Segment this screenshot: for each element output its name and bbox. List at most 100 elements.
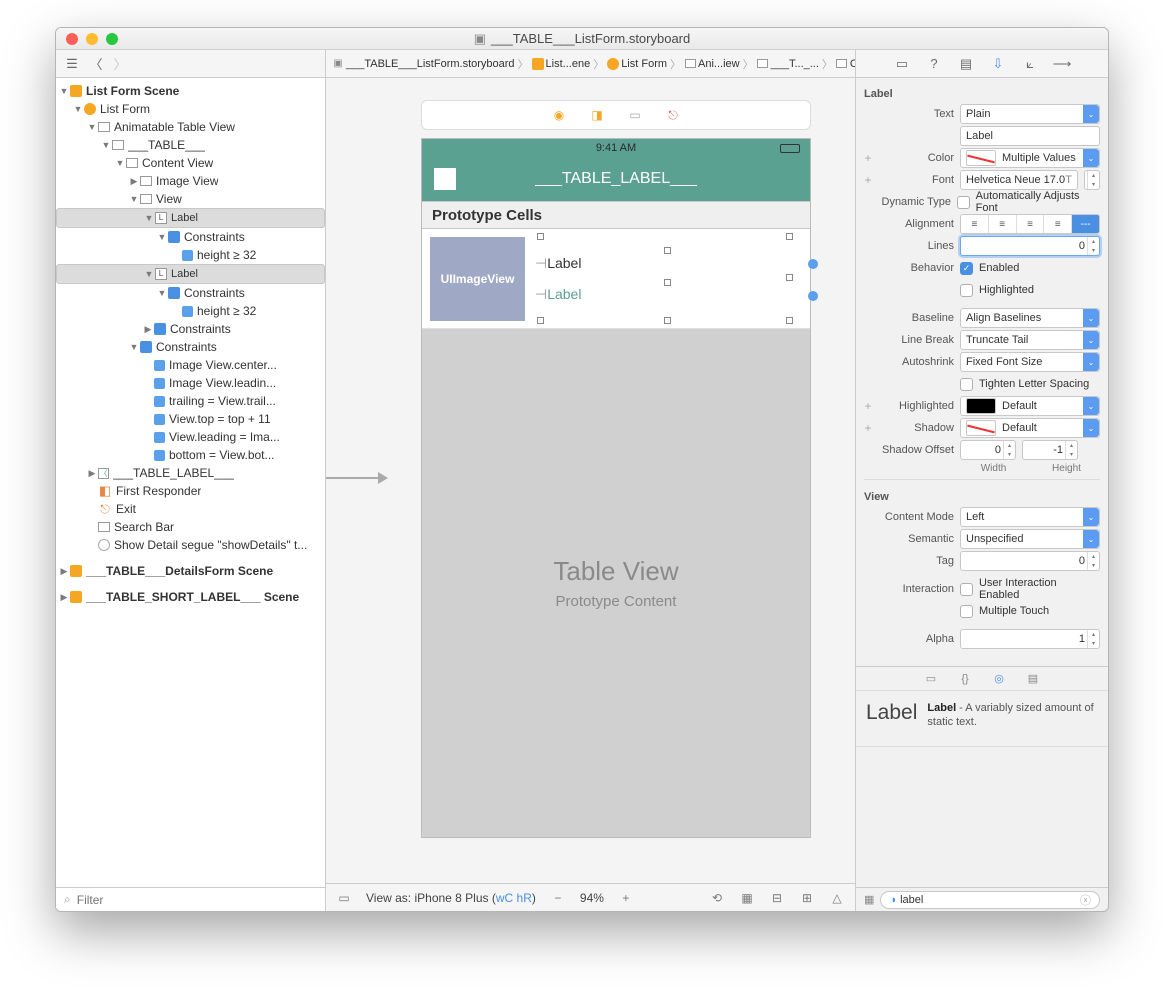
scene-row[interactable]: ▶___TABLE_SHORT_LABEL___ Scene xyxy=(56,588,325,606)
code-snippet-library-icon[interactable]: {} xyxy=(957,671,973,687)
toggle-outline-icon[interactable]: ▭ xyxy=(336,890,352,906)
scene-row[interactable]: ▼List Form Scene xyxy=(56,82,325,100)
prototype-cell[interactable]: UIImageView ⊣Label ⊣Label xyxy=(422,229,810,329)
text-field[interactable]: Label xyxy=(960,126,1100,146)
filter-input[interactable] xyxy=(77,893,317,907)
constraint-pin-icon[interactable] xyxy=(808,259,818,269)
lines-stepper[interactable]: 0▴▾ xyxy=(960,236,1100,256)
cell-row[interactable]: ▼___TABLE___ xyxy=(56,136,325,154)
tableview-row[interactable]: ▼Animatable Table View xyxy=(56,118,325,136)
highlighted-color-select[interactable]: Default⌄ xyxy=(960,396,1100,416)
embed-icon[interactable]: ▦ xyxy=(739,890,755,906)
constraint-item-row[interactable]: View.leading = Ima... xyxy=(56,428,325,446)
autoshrink-select[interactable]: Fixed Font Size⌄ xyxy=(960,352,1100,372)
constraint-item-row[interactable]: View.top = top + 11 xyxy=(56,410,325,428)
library-grid-icon[interactable]: ▦ xyxy=(864,893,874,906)
cell-label-2[interactable]: ⊣Label xyxy=(535,286,581,303)
clear-search-icon[interactable]: ⓧ xyxy=(1080,892,1091,908)
alpha-stepper[interactable]: 1▴▾ xyxy=(960,629,1100,649)
resolve-icon[interactable]: △ xyxy=(829,890,845,906)
highlighted-checkbox[interactable] xyxy=(960,284,973,297)
constraint-item-row[interactable]: Image View.center... xyxy=(56,356,325,374)
add-attribute-button[interactable]: + xyxy=(864,399,872,413)
user-interaction-checkbox[interactable] xyxy=(960,583,973,596)
label-row[interactable]: ▼LLabel xyxy=(56,208,325,228)
scene-dock[interactable]: ◉ ◨ ▭ ⎋ xyxy=(421,100,811,130)
first-responder-row[interactable]: ◧First Responder xyxy=(56,482,325,500)
add-attribute-button[interactable]: + xyxy=(864,421,872,435)
multiple-touch-checkbox[interactable] xyxy=(960,605,973,618)
attributes-inspector-icon[interactable]: ⇩ xyxy=(990,56,1006,72)
canvas[interactable]: ◉ ◨ ▭ ⎋ 9:41 AM ___TABLE_LABEL___ Protot… xyxy=(326,78,856,911)
scene-row[interactable]: ▶___TABLE___DetailsForm Scene xyxy=(56,562,325,580)
semantic-select[interactable]: Unspecified⌄ xyxy=(960,529,1100,549)
constraint-pin-icon[interactable] xyxy=(808,291,818,301)
add-attribute-button[interactable]: + xyxy=(864,151,872,165)
zoom-out-button[interactable]: − xyxy=(550,890,566,906)
segue-row[interactable]: Show Detail segue "showDetails" t... xyxy=(56,536,325,554)
enabled-checkbox[interactable]: ✓ xyxy=(960,262,973,275)
linebreak-select[interactable]: Truncate Tail⌄ xyxy=(960,330,1100,350)
text-type-select[interactable]: Plain⌄ xyxy=(960,104,1100,124)
file-template-library-icon[interactable]: ▭ xyxy=(923,671,939,687)
imageview-row[interactable]: ▶Image View xyxy=(56,172,325,190)
media-library-icon[interactable]: ▤ xyxy=(1025,671,1041,687)
exit-dock-icon[interactable]: ⎋ xyxy=(665,107,681,123)
breadcrumb[interactable]: ▣___TABLE___ListForm.storyboard〉 List...… xyxy=(326,50,856,77)
shadow-color-select[interactable]: Default⌄ xyxy=(960,418,1100,438)
constraints-row[interactable]: ▼Constraints xyxy=(56,284,325,302)
file-inspector-icon[interactable]: ▭ xyxy=(894,56,910,72)
shadow-width-stepper[interactable]: 0▴▾ xyxy=(960,440,1016,460)
color-select[interactable]: Multiple Values⌄ xyxy=(960,148,1100,168)
outline-filter[interactable]: ⌕ xyxy=(56,887,325,911)
font-field[interactable]: Helvetica Neue 17.0T xyxy=(960,170,1078,190)
shadow-height-stepper[interactable]: -1▴▾ xyxy=(1022,440,1078,460)
constraints-row[interactable]: ▼Constraints xyxy=(56,228,325,246)
object-library-icon[interactable]: ◎ xyxy=(991,671,1007,687)
zoom-level[interactable]: 94% xyxy=(580,891,604,905)
pin-icon[interactable]: ⊞ xyxy=(799,890,815,906)
size-inspector-icon[interactable]: ⟀ xyxy=(1022,56,1038,72)
navitem-row[interactable]: ▶〈___TABLE_LABEL___ xyxy=(56,464,325,482)
vc-row[interactable]: ▼List Form xyxy=(56,100,325,118)
library-search[interactable]: ◑labelⓧ xyxy=(880,891,1100,909)
constraint-item-row[interactable]: height ≥ 32 xyxy=(56,246,325,264)
alignment-segmented[interactable]: ≡≡≡≡--- xyxy=(960,214,1100,234)
zoom-in-button[interactable]: + xyxy=(618,890,634,906)
constraint-item-row[interactable]: bottom = View.bot... xyxy=(56,446,325,464)
searchbar-row[interactable]: Search Bar xyxy=(56,518,325,536)
constraints-row[interactable]: ▶Constraints xyxy=(56,320,325,338)
library-item[interactable]: Label Label - A variably sized amount of… xyxy=(856,691,1108,747)
auto-adjust-font-checkbox[interactable] xyxy=(957,196,970,209)
related-items-icon[interactable]: ☰ xyxy=(64,56,80,72)
cell-label-1[interactable]: ⊣Label xyxy=(535,255,581,272)
label-row[interactable]: ▼LLabel xyxy=(56,264,325,284)
device-preview[interactable]: 9:41 AM ___TABLE_LABEL___ Prototype Cell… xyxy=(421,138,811,838)
tighten-spacing-checkbox[interactable] xyxy=(960,378,973,391)
view-as-label[interactable]: View as: iPhone 8 Plus (wC hR) xyxy=(366,891,536,905)
vc-dock-icon[interactable]: ◉ xyxy=(551,107,567,123)
constraint-item-row[interactable]: Image View.leadin... xyxy=(56,374,325,392)
identity-inspector-icon[interactable]: ▤ xyxy=(958,56,974,72)
searchbar-dock-icon[interactable]: ▭ xyxy=(627,107,643,123)
tag-stepper[interactable]: 0▴▾ xyxy=(960,551,1100,571)
font-picker-icon[interactable]: T xyxy=(1065,174,1072,186)
help-inspector-icon[interactable]: ? xyxy=(926,56,942,72)
constraint-item-row[interactable]: trailing = View.trail... xyxy=(56,392,325,410)
view-row[interactable]: ▼View xyxy=(56,190,325,208)
align-icon[interactable]: ⊟ xyxy=(769,890,785,906)
back-button[interactable]: 〈 xyxy=(88,56,104,72)
content-row[interactable]: ▼Content View xyxy=(56,154,325,172)
connections-inspector-icon[interactable]: ⟶ xyxy=(1054,56,1070,72)
first-responder-dock-icon[interactable]: ◨ xyxy=(589,107,605,123)
baseline-select[interactable]: Align Baselines⌄ xyxy=(960,308,1100,328)
update-frames-icon[interactable]: ⟲ xyxy=(709,890,725,906)
bar-button[interactable] xyxy=(434,168,456,190)
add-attribute-button[interactable]: + xyxy=(864,173,872,187)
constraint-item-row[interactable]: height ≥ 32 xyxy=(56,302,325,320)
exit-row[interactable]: ⎋Exit xyxy=(56,500,325,518)
forward-button[interactable]: 〉 xyxy=(112,56,128,72)
cell-imageview[interactable]: UIImageView xyxy=(430,237,525,321)
constraints-row[interactable]: ▼Constraints xyxy=(56,338,325,356)
content-mode-select[interactable]: Left⌄ xyxy=(960,507,1100,527)
